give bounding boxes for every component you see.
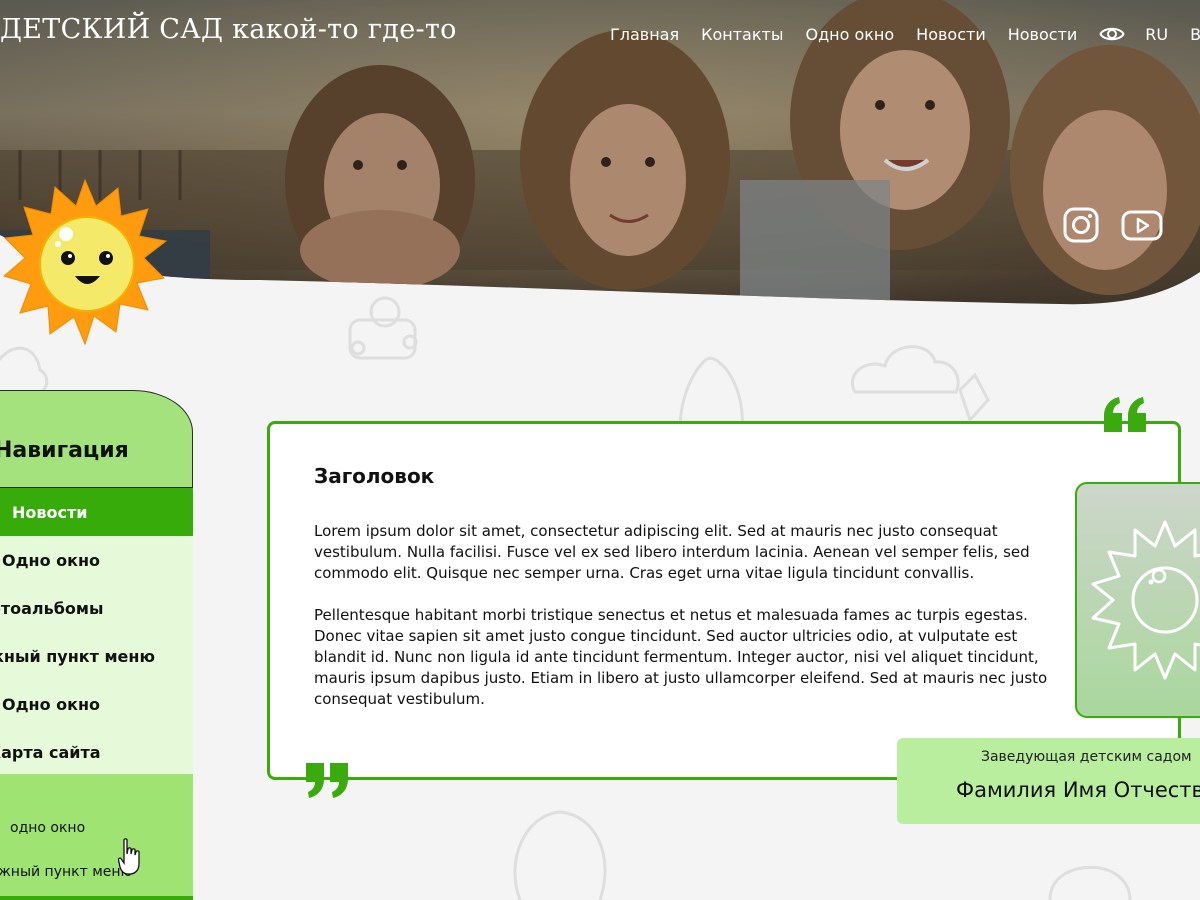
nav-overflow-text[interactable]: В: [1190, 25, 1200, 44]
nav-link-one-window[interactable]: Одно окно: [805, 25, 894, 44]
director-photo-placeholder: [1075, 482, 1200, 718]
sidebar-divider: [0, 896, 193, 900]
sidebar-item-label: Одно окно: [2, 694, 101, 714]
nav-link-contacts[interactable]: Контакты: [701, 25, 783, 44]
eye-icon[interactable]: [1099, 24, 1125, 44]
quote-close-icon: [306, 763, 348, 798]
sidebar-item-label: Карта сайта: [0, 742, 101, 762]
sidebar-item-one-window[interactable]: Одно окно: [0, 536, 193, 584]
director-nameplate: Заведующая детским садом Фамилия Имя Отч…: [897, 738, 1200, 824]
cloud-doodle-left: [0, 346, 49, 394]
cloud-doodle-right: [850, 345, 960, 394]
content-title: Заголовок: [314, 464, 435, 488]
sun-face: [39, 216, 135, 312]
sun-mascot: [2, 178, 168, 346]
sidebar-subitem-important[interactable]: Важный пункт меню: [0, 864, 132, 880]
nav-link-home[interactable]: Главная: [610, 25, 679, 44]
hand-cursor-icon: [118, 838, 140, 875]
sidebar-subitems: [0, 774, 193, 900]
content-paragraph: Pellentesque habitant morbi tristique se…: [314, 606, 1048, 708]
quote-open-icon: [1104, 397, 1146, 432]
ball-doodle: [1048, 865, 1132, 900]
sidebar-item-label: Важный пункт меню: [0, 646, 155, 666]
youtube-icon[interactable]: [1120, 206, 1164, 244]
bulb-doodle: [513, 810, 607, 900]
sidebar-item-sitemap[interactable]: Карта сайта: [0, 728, 193, 776]
sidebar-item-important[interactable]: Важный пункт меню: [0, 632, 193, 680]
language-switcher[interactable]: RU: [1145, 25, 1168, 44]
content-paragraph: Lorem ipsum dolor sit amet, consectetur …: [314, 522, 1030, 582]
hero-banner: ДЕТСКИЙ САД какой-то где-то Главная Конт…: [0, 0, 1200, 320]
content-card: Заголовок Lorem ipsum dolor sit amet, co…: [267, 421, 1181, 780]
sidebar-item-photo-albums[interactable]: Фотоальбомы: [0, 584, 193, 632]
director-name: Фамилия Имя Отчество: [956, 778, 1200, 802]
social-links: [1062, 206, 1164, 244]
site-title[interactable]: ДЕТСКИЙ САД какой-то где-то: [0, 14, 457, 45]
robot-doodle: [348, 296, 418, 360]
sidebar-subitem-one-window[interactable]: одно окно: [10, 820, 85, 836]
sidebar-item-news[interactable]: Новости: [0, 488, 193, 536]
sidebar-navigation: Навигация Новости Одно окно Фотоальбомы …: [0, 390, 193, 900]
sidebar-item-label: Фотоальбомы: [0, 598, 104, 618]
rocket-doodle: [678, 356, 744, 432]
sidebar-title: Навигация: [0, 438, 129, 463]
hero-photo: [0, 0, 1200, 305]
nav-link-news[interactable]: Новости: [916, 25, 986, 44]
tree-doodle: [958, 372, 990, 423]
sidebar-header: Навигация: [0, 390, 193, 488]
sun-placeholder-icon: [1091, 520, 1200, 680]
director-position: Заведующая детским садом: [981, 749, 1192, 765]
sidebar-item-label: Одно окно: [2, 550, 101, 570]
sidebar-item-label: Новости: [12, 502, 88, 522]
top-navigation: Главная Контакты Одно окно Новости Новос…: [610, 24, 1200, 44]
nav-link-news-2[interactable]: Новости: [1008, 25, 1078, 44]
sidebar-item-one-window-2[interactable]: Одно окно: [0, 680, 193, 728]
instagram-icon[interactable]: [1062, 206, 1100, 244]
